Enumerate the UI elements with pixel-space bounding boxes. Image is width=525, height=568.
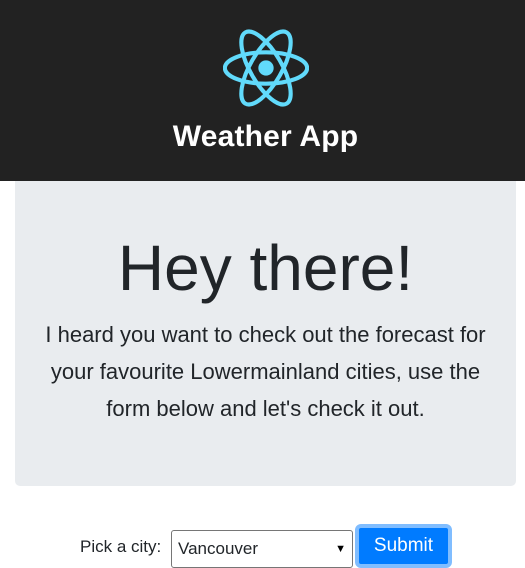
- city-form: Pick a city: Vancouver ▼ Submit: [0, 524, 525, 568]
- intro-heading: Hey there!: [117, 232, 414, 304]
- app-title: Weather App: [172, 120, 359, 153]
- submit-button[interactable]: Submit: [355, 524, 452, 568]
- city-label: Pick a city:: [80, 537, 162, 556]
- city-select[interactable]: Vancouver ▼: [171, 530, 353, 568]
- city-select-value: Vancouver: [178, 539, 259, 558]
- react-logo-icon: [223, 29, 309, 107]
- intro-lead-text: I heard you want to check out the foreca…: [45, 322, 486, 421]
- intro-jumbotron: Hey there! I heard you want to check out…: [15, 181, 516, 486]
- chevron-down-icon: ▼: [335, 543, 346, 555]
- app-header: Weather App: [0, 0, 525, 181]
